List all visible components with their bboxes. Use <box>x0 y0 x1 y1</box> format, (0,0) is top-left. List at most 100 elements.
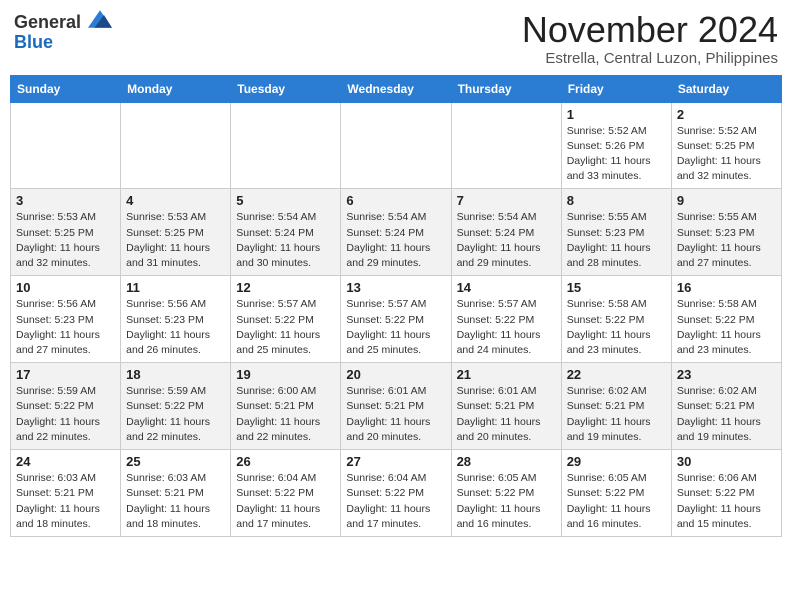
day-number: 25 <box>126 454 225 469</box>
calendar-table: SundayMondayTuesdayWednesdayThursdayFrid… <box>10 75 782 537</box>
logo-blue-text: Blue <box>14 32 53 52</box>
day-number: 18 <box>126 367 225 382</box>
day-info: Sunrise: 6:01 AMSunset: 5:21 PMDaylight:… <box>346 384 445 445</box>
calendar-cell: 18Sunrise: 5:59 AMSunset: 5:22 PMDayligh… <box>121 363 231 450</box>
calendar-cell: 8 Sunrise: 5:55 AMSunset: 5:23 PMDaylight… <box>561 189 671 276</box>
day-number: 4 <box>126 193 225 208</box>
day-number: 14 <box>457 280 556 295</box>
day-number: 15 <box>567 280 666 295</box>
day-number: 12 <box>236 280 335 295</box>
day-info: Sunrise: 5:55 AMSunset: 5:23 PMDaylight:… <box>677 210 776 271</box>
column-header-tuesday: Tuesday <box>231 75 341 102</box>
day-number: 9 <box>677 193 776 208</box>
day-info: Sunrise: 5:58 AMSunset: 5:22 PMDaylight:… <box>567 297 666 358</box>
calendar-cell: 26 Sunrise: 6:04 AMSunset: 5:22 PMDayligh… <box>231 450 341 537</box>
column-header-sunday: Sunday <box>11 75 121 102</box>
day-info: Sunrise: 6:04 AMSunset: 5:22 PMDaylight:… <box>236 471 335 532</box>
day-info: Sunrise: 6:03 AMSunset: 5:21 PMDaylight:… <box>16 471 115 532</box>
title-block: November 2024 Estrella, Central Luzon, P… <box>522 10 778 67</box>
day-number: 3 <box>16 193 115 208</box>
day-number: 19 <box>236 367 335 382</box>
calendar-cell <box>121 102 231 189</box>
day-info: Sunrise: 6:01 AMSunset: 5:21 PMDaylight:… <box>457 384 556 445</box>
day-number: 6 <box>346 193 445 208</box>
day-number: 2 <box>677 107 776 122</box>
day-number: 23 <box>677 367 776 382</box>
page-header: General Blue November 2024 Estrella, Cen… <box>10 10 782 67</box>
calendar-cell: 2 Sunrise: 5:52 AMSunset: 5:25 PMDaylight… <box>671 102 781 189</box>
calendar-cell: 19 Sunrise: 6:00 AMSunset: 5:21 PMDayligh… <box>231 363 341 450</box>
month-title: November 2024 <box>522 10 778 50</box>
calendar-cell <box>11 102 121 189</box>
calendar-cell: 28Sunrise: 6:05 AMSunset: 5:22 PMDayligh… <box>451 450 561 537</box>
day-number: 27 <box>346 454 445 469</box>
day-number: 16 <box>677 280 776 295</box>
day-info: Sunrise: 5:52 AMSunset: 5:26 PMDaylight:… <box>567 124 666 185</box>
day-number: 11 <box>126 280 225 295</box>
calendar-cell <box>231 102 341 189</box>
calendar-cell: 16Sunrise: 5:58 AMSunset: 5:22 PMDayligh… <box>671 276 781 363</box>
calendar-cell: 12 Sunrise: 5:57 AMSunset: 5:22 PMDayligh… <box>231 276 341 363</box>
day-number: 28 <box>457 454 556 469</box>
calendar-cell: 1 Sunrise: 5:52 AMSunset: 5:26 PMDaylight… <box>561 102 671 189</box>
calendar-cell: 11 Sunrise: 5:56 AMSunset: 5:23 PMDayligh… <box>121 276 231 363</box>
day-info: Sunrise: 5:52 AMSunset: 5:25 PMDaylight:… <box>677 124 776 185</box>
day-info: Sunrise: 5:53 AMSunset: 5:25 PMDaylight:… <box>16 210 115 271</box>
calendar-cell: 27 Sunrise: 6:04 AMSunset: 5:22 PMDayligh… <box>341 450 451 537</box>
day-info: Sunrise: 5:56 AMSunset: 5:23 PMDaylight:… <box>126 297 225 358</box>
column-header-saturday: Saturday <box>671 75 781 102</box>
calendar-cell: 6 Sunrise: 5:54 AMSunset: 5:24 PMDaylight… <box>341 189 451 276</box>
calendar-cell: 22Sunrise: 6:02 AMSunset: 5:21 PMDayligh… <box>561 363 671 450</box>
day-info: Sunrise: 5:54 AMSunset: 5:24 PMDaylight:… <box>346 210 445 271</box>
logo-icon <box>88 10 112 28</box>
calendar-week-row: 24 Sunrise: 6:03 AMSunset: 5:21 PMDayligh… <box>11 450 782 537</box>
column-header-friday: Friday <box>561 75 671 102</box>
calendar-cell: 21 Sunrise: 6:01 AMSunset: 5:21 PMDayligh… <box>451 363 561 450</box>
calendar-cell: 17 Sunrise: 5:59 AMSunset: 5:22 PMDayligh… <box>11 363 121 450</box>
calendar-cell: 3 Sunrise: 5:53 AMSunset: 5:25 PMDaylight… <box>11 189 121 276</box>
calendar-cell: 23 Sunrise: 6:02 AMSunset: 5:21 PMDayligh… <box>671 363 781 450</box>
day-number: 5 <box>236 193 335 208</box>
day-info: Sunrise: 5:57 AMSunset: 5:22 PMDaylight:… <box>457 297 556 358</box>
day-info: Sunrise: 5:57 AMSunset: 5:22 PMDaylight:… <box>236 297 335 358</box>
day-info: Sunrise: 6:00 AMSunset: 5:21 PMDaylight:… <box>236 384 335 445</box>
day-info: Sunrise: 6:06 AMSunset: 5:22 PMDaylight:… <box>677 471 776 532</box>
calendar-week-row: 1 Sunrise: 5:52 AMSunset: 5:26 PMDaylight… <box>11 102 782 189</box>
day-info: Sunrise: 6:02 AMSunset: 5:21 PMDaylight:… <box>677 384 776 445</box>
day-number: 10 <box>16 280 115 295</box>
calendar-cell: 13 Sunrise: 5:57 AMSunset: 5:22 PMDayligh… <box>341 276 451 363</box>
calendar-cell: 5 Sunrise: 5:54 AMSunset: 5:24 PMDaylight… <box>231 189 341 276</box>
calendar-cell: 14 Sunrise: 5:57 AMSunset: 5:22 PMDayligh… <box>451 276 561 363</box>
day-info: Sunrise: 5:59 AMSunset: 5:22 PMDaylight:… <box>16 384 115 445</box>
column-header-thursday: Thursday <box>451 75 561 102</box>
day-number: 21 <box>457 367 556 382</box>
day-info: Sunrise: 5:55 AMSunset: 5:23 PMDaylight:… <box>567 210 666 271</box>
day-number: 8 <box>567 193 666 208</box>
calendar-header-row: SundayMondayTuesdayWednesdayThursdayFrid… <box>11 75 782 102</box>
calendar-cell: 20 Sunrise: 6:01 AMSunset: 5:21 PMDayligh… <box>341 363 451 450</box>
day-info: Sunrise: 6:05 AMSunset: 5:22 PMDaylight:… <box>567 471 666 532</box>
day-info: Sunrise: 5:57 AMSunset: 5:22 PMDaylight:… <box>346 297 445 358</box>
calendar-cell: 30Sunrise: 6:06 AMSunset: 5:22 PMDayligh… <box>671 450 781 537</box>
day-info: Sunrise: 5:54 AMSunset: 5:24 PMDaylight:… <box>236 210 335 271</box>
column-header-wednesday: Wednesday <box>341 75 451 102</box>
day-number: 17 <box>16 367 115 382</box>
calendar-cell: 25Sunrise: 6:03 AMSunset: 5:21 PMDayligh… <box>121 450 231 537</box>
day-number: 13 <box>346 280 445 295</box>
day-number: 7 <box>457 193 556 208</box>
day-info: Sunrise: 5:54 AMSunset: 5:24 PMDaylight:… <box>457 210 556 271</box>
day-info: Sunrise: 6:04 AMSunset: 5:22 PMDaylight:… <box>346 471 445 532</box>
calendar-cell: 24 Sunrise: 6:03 AMSunset: 5:21 PMDayligh… <box>11 450 121 537</box>
day-number: 20 <box>346 367 445 382</box>
day-info: Sunrise: 6:02 AMSunset: 5:21 PMDaylight:… <box>567 384 666 445</box>
calendar-cell: 7 Sunrise: 5:54 AMSunset: 5:24 PMDaylight… <box>451 189 561 276</box>
day-info: Sunrise: 5:56 AMSunset: 5:23 PMDaylight:… <box>16 297 115 358</box>
logo: General Blue <box>14 10 112 53</box>
day-number: 1 <box>567 107 666 122</box>
calendar-week-row: 10 Sunrise: 5:56 AMSunset: 5:23 PMDayligh… <box>11 276 782 363</box>
day-number: 29 <box>567 454 666 469</box>
day-number: 26 <box>236 454 335 469</box>
day-number: 24 <box>16 454 115 469</box>
calendar-cell: 15 Sunrise: 5:58 AMSunset: 5:22 PMDayligh… <box>561 276 671 363</box>
day-info: Sunrise: 5:53 AMSunset: 5:25 PMDaylight:… <box>126 210 225 271</box>
